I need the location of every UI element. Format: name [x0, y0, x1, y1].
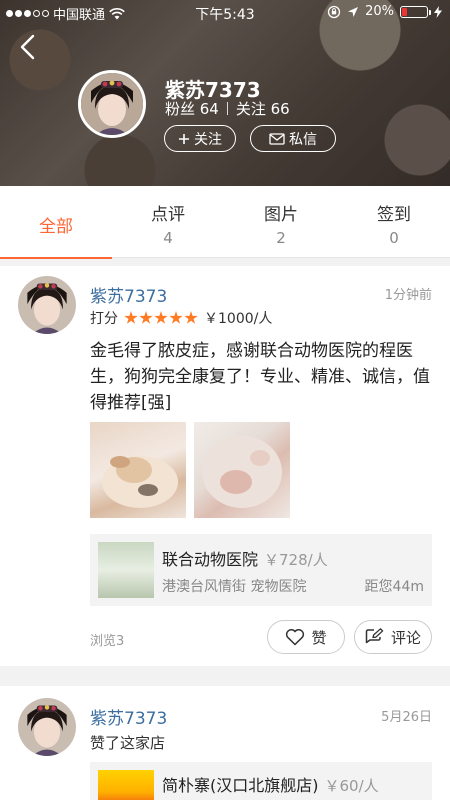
message-button[interactable]: 私信 — [250, 125, 336, 152]
status-bar: 中国联通 下午5:43 20% — [0, 0, 450, 24]
message-button-label: 私信 — [289, 131, 317, 148]
like-label: 赞 — [311, 628, 327, 647]
shop-card[interactable]: 简朴寨(汉口北旗舰店) ￥60/人 — [90, 762, 432, 800]
author-name[interactable]: 紫苏7373 — [90, 282, 167, 307]
following-count[interactable]: 关注 66 — [236, 98, 290, 119]
shop-name: 联合动物医院 — [162, 550, 259, 569]
dog-photo — [102, 456, 178, 508]
feed-item: 紫苏7373 1分钟前 打分 ￥1000/人 金毛得了脓皮症，感谢联合动物医院的… — [0, 266, 450, 666]
rating-label: 打分 — [90, 311, 118, 327]
edit-comment-icon — [365, 628, 384, 644]
author-name[interactable]: 紫苏7373 — [90, 704, 167, 729]
tab-label: 全部 — [39, 217, 73, 237]
skin-photo — [202, 436, 282, 508]
review-photo[interactable] — [90, 422, 186, 518]
status-right: 20% — [327, 4, 442, 19]
review-text: 金毛得了脓皮症，感谢联合动物医院的程医生，狗狗完全康复了！专业、精准、诚信，值得… — [90, 341, 430, 413]
star-icon — [184, 311, 198, 324]
author-avatar[interactable] — [18, 276, 76, 334]
comment-label: 评论 — [390, 628, 421, 647]
star-icon — [169, 311, 183, 324]
tab-label: 签到 — [377, 205, 411, 225]
profile-header: 中国联通 下午5:43 20% 紫苏7373 粉丝 64 关注 66 关注 私信 — [0, 0, 450, 186]
post-time: 5月26日 — [381, 710, 432, 725]
star-icon — [154, 311, 168, 324]
activity-text: 赞了这家店 — [90, 734, 166, 752]
tab-all[interactable]: 全部 — [0, 186, 112, 259]
shop-distance: 距您44m — [364, 579, 424, 595]
charging-icon — [434, 5, 442, 18]
chevron-left-icon — [20, 34, 35, 60]
price-per-person: ￥1000/人 — [204, 311, 273, 327]
shop-name: 简朴寨(汉口北旗舰店) — [162, 776, 319, 795]
tab-bar: 全部 点评 4 图片 2 签到 0 — [0, 186, 450, 259]
tab-count: 2 — [276, 229, 286, 247]
rating-row: 打分 ￥1000/人 — [90, 308, 272, 328]
star-icon — [124, 311, 138, 324]
shop-card[interactable]: 联合动物医院 ￥728/人 港澳台风情街 宠物医院 距您44m — [90, 534, 432, 606]
shop-thumbnail — [98, 542, 154, 598]
plus-icon — [179, 133, 189, 144]
shop-price: ￥728/人 — [264, 551, 328, 569]
shop-name-row: 联合动物医院 ￥728/人 — [162, 546, 328, 570]
battery-percent: 20% — [365, 4, 394, 19]
stats-divider — [226, 102, 228, 115]
tab-label: 点评 — [151, 205, 185, 225]
envelope-icon — [269, 132, 285, 145]
avatar-image — [18, 698, 76, 756]
avatar-image — [81, 73, 143, 135]
view-count: 浏览3 — [90, 634, 125, 649]
tab-active-indicator — [0, 257, 112, 259]
tab-count: 4 — [163, 229, 173, 247]
star-icon — [139, 311, 153, 324]
post-time: 1分钟前 — [384, 288, 432, 303]
back-button[interactable] — [12, 30, 46, 64]
author-avatar[interactable] — [18, 698, 76, 756]
heart-icon — [286, 629, 305, 646]
tab-checkins[interactable]: 签到 0 — [338, 186, 450, 258]
tab-count: 0 — [389, 229, 399, 247]
review-photo[interactable] — [194, 422, 290, 518]
feed-item: 紫苏7373 5月26日 赞了这家店 简朴寨(汉口北旗舰店) ￥60/人 — [0, 686, 450, 800]
lock-rotation-icon — [327, 5, 341, 18]
shop-name-row: 简朴寨(汉口北旗舰店) ￥60/人 — [162, 772, 379, 796]
shop-location: 港澳台风情街 宠物医院 — [162, 579, 307, 595]
tab-label: 图片 — [264, 205, 298, 225]
follow-button-label: 关注 — [194, 131, 222, 148]
battery-icon — [400, 5, 431, 18]
shop-thumbnail — [98, 770, 154, 800]
tab-reviews[interactable]: 点评 4 — [112, 186, 224, 258]
location-arrow-icon — [348, 6, 359, 17]
profile-avatar[interactable] — [78, 70, 146, 138]
tab-photos[interactable]: 图片 2 — [225, 186, 337, 258]
star-rating — [124, 311, 198, 325]
shop-price: ￥60/人 — [324, 777, 379, 795]
follow-stats: 粉丝 64 关注 66 — [165, 98, 290, 119]
profile-page: 中国联通 下午5:43 20% 紫苏7373 粉丝 64 关注 66 关注 私信… — [0, 0, 450, 800]
follow-button[interactable]: 关注 — [164, 125, 236, 152]
comment-button[interactable]: 评论 — [354, 620, 432, 654]
fans-count[interactable]: 粉丝 64 — [165, 98, 219, 119]
like-button[interactable]: 赞 — [267, 620, 345, 654]
avatar-image — [18, 276, 76, 334]
